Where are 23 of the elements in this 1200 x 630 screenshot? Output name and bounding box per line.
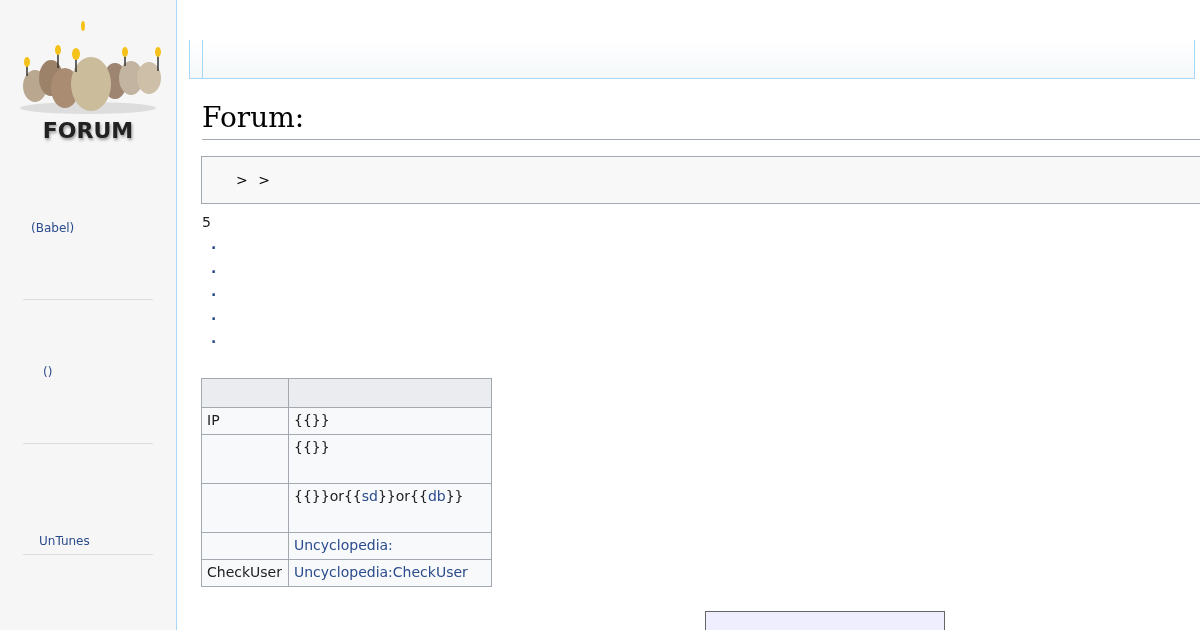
list-bullet: ·	[211, 334, 217, 350]
template-text: {{}}	[294, 438, 330, 455]
logo-text: FORUM	[42, 118, 134, 143]
list-bullet: ·	[211, 310, 217, 327]
template-text: }}	[445, 487, 464, 504]
list-bullet: ·	[211, 287, 217, 303]
link[interactable]: sd	[361, 487, 378, 504]
sidebar-link[interactable]: ()	[43, 364, 53, 379]
table-cell: CheckUser	[201, 559, 289, 586]
breadcrumb-text: > >	[236, 172, 270, 188]
table-cell: IP	[201, 407, 289, 434]
list-bullet: ·	[211, 240, 217, 256]
link[interactable]: Uncyclopedia:	[294, 536, 393, 553]
link[interactable]: db	[427, 487, 446, 504]
sidebar-link[interactable]: (Babel)	[31, 220, 75, 235]
template-text: }}or{{	[377, 487, 428, 504]
page-title: Forum:	[202, 99, 1200, 140]
template-text: {{}}or{{	[294, 487, 362, 504]
link[interactable]: Uncyclopedia:CheckUser	[294, 563, 468, 580]
template-text: {{}}	[294, 411, 330, 428]
count-text: 5	[202, 214, 212, 230]
list-bullet: ·	[211, 263, 217, 280]
sidebar-link[interactable]: UnTunes	[39, 534, 90, 548]
